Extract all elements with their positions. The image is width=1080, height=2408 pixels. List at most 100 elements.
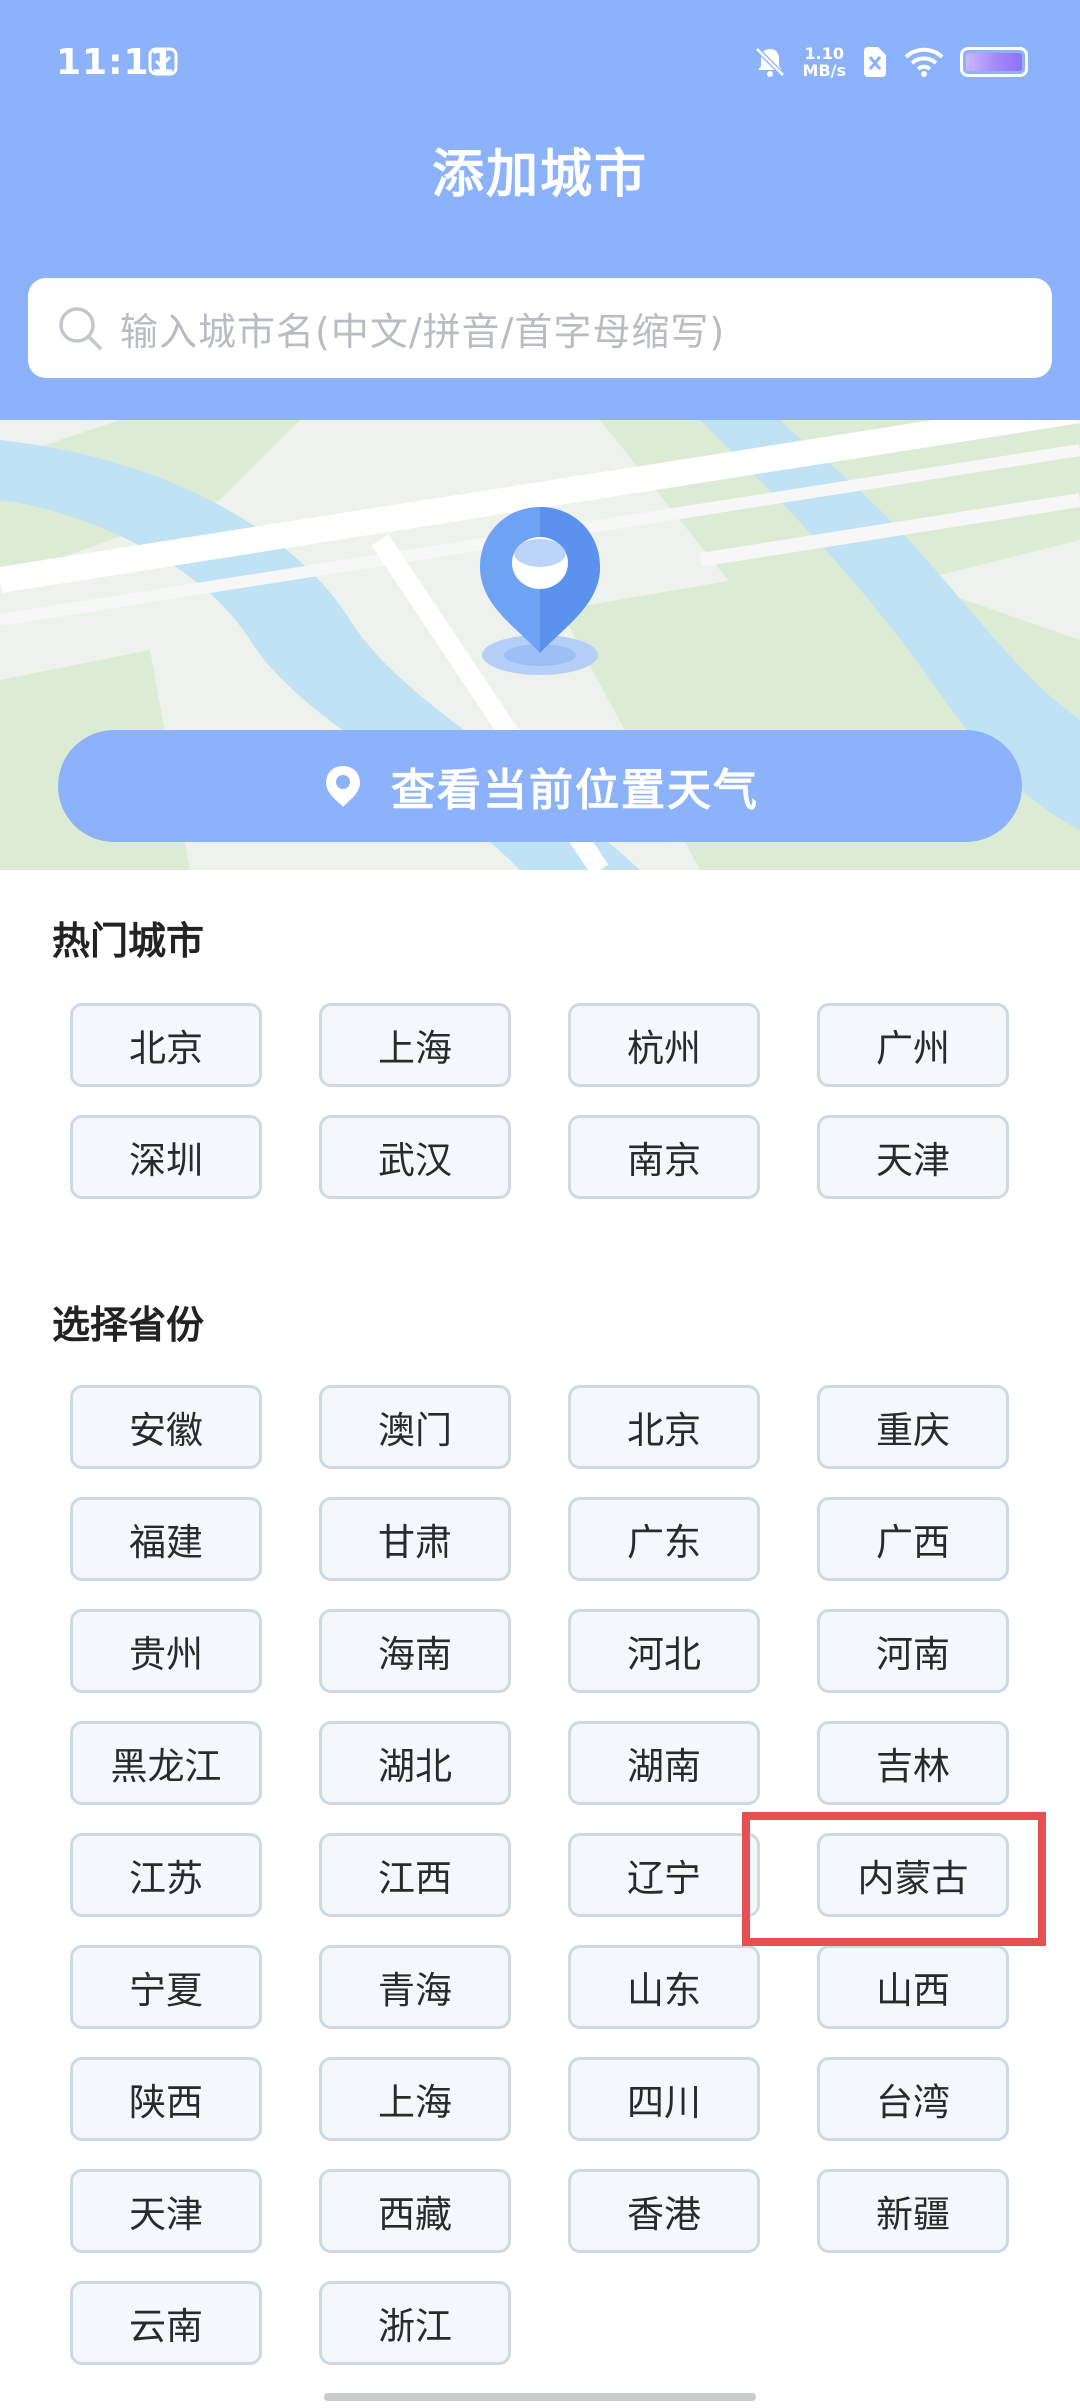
- hot-city-label: 广州: [876, 1027, 950, 1070]
- battery-icon: [960, 47, 1028, 77]
- view-current-location-label: 查看当前位置天气: [391, 765, 759, 816]
- province-label: 河南: [876, 1633, 950, 1676]
- province-button[interactable]: 安徽: [70, 1385, 262, 1469]
- province-button[interactable]: 江苏: [70, 1833, 262, 1917]
- status-right: 1.10 MB/s: [753, 40, 1028, 84]
- search-input[interactable]: 输入城市名(中文/拼音/首字母缩写): [28, 278, 1052, 378]
- network-speed-unit: MB/s: [802, 61, 846, 80]
- province-button[interactable]: 浙江: [319, 2281, 511, 2365]
- province-button[interactable]: 山西: [817, 1945, 1009, 2029]
- province-button[interactable]: 西藏: [319, 2169, 511, 2253]
- province-label: 辽宁: [627, 1857, 701, 1900]
- hot-city-label: 上海: [378, 1027, 452, 1070]
- page-title: 添加城市: [431, 145, 648, 205]
- province-button[interactable]: 四川: [568, 2057, 760, 2141]
- notification-app-icon: [148, 47, 178, 76]
- province-button[interactable]: 河北: [568, 1609, 760, 1693]
- province-label: 广西: [876, 1521, 950, 1564]
- province-button[interactable]: 新疆: [817, 2169, 1009, 2253]
- hot-city-button[interactable]: 杭州: [568, 1003, 760, 1087]
- province-button[interactable]: 湖南: [568, 1721, 760, 1805]
- province-button[interactable]: 湖北: [319, 1721, 511, 1805]
- hot-city-button[interactable]: 上海: [319, 1003, 511, 1087]
- hot-cities-grid: 北京 上海 杭州 广州深圳 武汉 南京 天津: [70, 1003, 1010, 1199]
- province-label: 河北: [627, 1633, 701, 1676]
- province-label: 吉林: [876, 1745, 950, 1788]
- province-label: 江西: [378, 1857, 452, 1900]
- province-button[interactable]: 河南: [817, 1609, 1009, 1693]
- province-button[interactable]: 上海: [319, 2057, 511, 2141]
- province-label: 广东: [627, 1521, 701, 1564]
- province-label: 山东: [627, 1969, 701, 2012]
- network-speed-value: 1.10: [804, 44, 844, 63]
- province-button[interactable]: 广西: [817, 1497, 1009, 1581]
- wifi-icon: [904, 47, 944, 77]
- province-button[interactable]: 江西: [319, 1833, 511, 1917]
- province-button[interactable]: 宁夏: [70, 1945, 262, 2029]
- province-label: 青海: [378, 1969, 452, 2012]
- province-button[interactable]: 福建: [70, 1497, 262, 1581]
- mute-bell-icon: [754, 47, 785, 77]
- province-button[interactable]: 青海: [319, 1945, 511, 2029]
- hot-city-label: 北京: [129, 1027, 203, 1070]
- province-button[interactable]: 广东: [568, 1497, 760, 1581]
- province-label: 陕西: [129, 2081, 203, 2124]
- province-label: 新疆: [876, 2193, 950, 2236]
- province-button[interactable]: 云南: [70, 2281, 262, 2365]
- province-label: 甘肃: [378, 1521, 452, 1564]
- location-marker-icon: [326, 766, 360, 807]
- province-label: 福建: [129, 1521, 203, 1564]
- hot-city-button[interactable]: 广州: [817, 1003, 1009, 1087]
- hot-city-button[interactable]: 深圳: [70, 1115, 262, 1199]
- view-current-location-weather-button[interactable]: 查看当前位置天气: [58, 730, 1022, 842]
- province-button[interactable]: 天津: [70, 2169, 262, 2253]
- battery-fill: [966, 53, 1022, 71]
- hot-city-label: 南京: [627, 1139, 701, 1182]
- province-label: 湖北: [378, 1745, 452, 1788]
- province-label: 澳门: [378, 1409, 452, 1452]
- hot-city-label: 深圳: [129, 1139, 203, 1182]
- province-label: 上海: [378, 2081, 452, 2124]
- province-button[interactable]: 黑龙江: [70, 1721, 262, 1805]
- province-label: 天津: [129, 2193, 203, 2236]
- province-label: 香港: [627, 2193, 701, 2236]
- province-button[interactable]: 台湾: [817, 2057, 1009, 2141]
- province-label: 四川: [627, 2081, 701, 2124]
- province-label: 重庆: [876, 1409, 950, 1452]
- province-button[interactable]: 辽宁: [568, 1833, 760, 1917]
- province-button[interactable]: 北京: [568, 1385, 760, 1469]
- province-label: 黑龙江: [110, 1745, 222, 1788]
- home-indicator[interactable]: [324, 2393, 756, 2401]
- province-label: 湖南: [627, 1745, 701, 1788]
- hot-city-button[interactable]: 天津: [817, 1115, 1009, 1199]
- province-button[interactable]: 海南: [319, 1609, 511, 1693]
- province-button[interactable]: 吉林: [817, 1721, 1009, 1805]
- hot-city-label: 杭州: [627, 1027, 701, 1070]
- province-button[interactable]: 重庆: [817, 1385, 1009, 1469]
- hot-city-button[interactable]: 武汉: [319, 1115, 511, 1199]
- province-button[interactable]: 贵州: [70, 1609, 262, 1693]
- province-label: 海南: [378, 1633, 452, 1676]
- hot-city-button[interactable]: 北京: [70, 1003, 262, 1087]
- hot-city-label: 武汉: [378, 1139, 452, 1182]
- province-label: 西藏: [378, 2193, 452, 2236]
- province-button[interactable]: 山东: [568, 1945, 760, 2029]
- hot-city-button[interactable]: 南京: [568, 1115, 760, 1199]
- province-button[interactable]: 陕西: [70, 2057, 262, 2141]
- highlight-box: [742, 1812, 1046, 1946]
- province-label: 北京: [627, 1409, 701, 1452]
- search-icon: [59, 307, 102, 350]
- provinces-title: 选择省份: [52, 1303, 205, 1347]
- province-button[interactable]: 澳门: [319, 1385, 511, 1469]
- province-label: 浙江: [378, 2305, 452, 2348]
- province-label: 台湾: [876, 2081, 950, 2124]
- sim-disabled-icon: [864, 47, 886, 77]
- header: 11:11 1.10 MB/s 添加城市 输入城市名(中文/拼音/首字母缩写): [0, 0, 1080, 420]
- province-button[interactable]: 香港: [568, 2169, 760, 2253]
- province-button[interactable]: 甘肃: [319, 1497, 511, 1581]
- province-label: 宁夏: [129, 1969, 203, 2012]
- hot-cities-title: 热门城市: [52, 919, 205, 963]
- hot-city-label: 天津: [876, 1139, 950, 1182]
- province-label: 安徽: [129, 1409, 203, 1452]
- status-bar: 11:11 1.10 MB/s: [0, 0, 1080, 130]
